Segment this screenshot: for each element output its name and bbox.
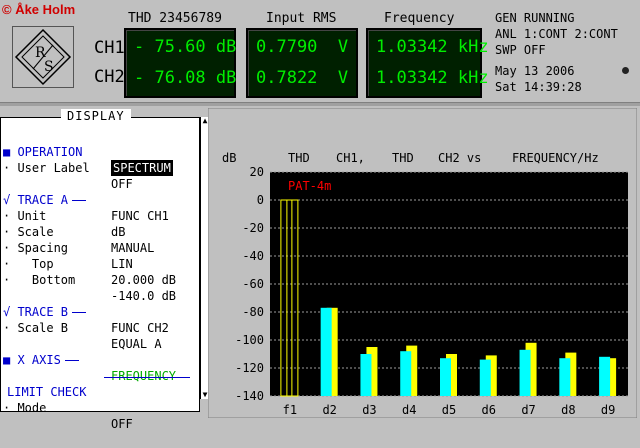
rs-logo: R S bbox=[12, 26, 74, 88]
y-tick-label: -80 bbox=[242, 305, 264, 319]
bar-ch1 bbox=[320, 307, 332, 396]
chart-svg: dB THD CH1, THD CH2 vs FREQUENCY/Hz 20 0 -20 -40 -… bbox=[207, 107, 638, 419]
x-tick-label: d9 bbox=[601, 403, 615, 417]
x-axis-row[interactable]: ■ X AXIS FREQUENCY bbox=[1, 336, 191, 383]
spacing-row[interactable]: · Spacing LIN bbox=[1, 224, 191, 271]
chart-header-text: CH2 vs bbox=[438, 151, 481, 165]
thd-ch2-value: - 76.08 dB bbox=[134, 68, 237, 88]
x-tick-label: d6 bbox=[482, 403, 496, 417]
y-tick-label: -100 bbox=[235, 333, 264, 347]
credit-text: © Åke Holm bbox=[2, 2, 76, 17]
bar-ch1 bbox=[599, 356, 611, 396]
rms-display: 0.7790 V 0.7822 V bbox=[246, 28, 358, 98]
ch2-label: CH2 bbox=[94, 67, 125, 87]
mode-value[interactable]: OFF bbox=[111, 416, 133, 432]
panel-scrollbar[interactable]: ▲ ▼ bbox=[200, 117, 208, 399]
bar-ch1 bbox=[360, 354, 372, 396]
bar-ch1 bbox=[479, 359, 491, 396]
frequency-title: Frequency bbox=[384, 11, 455, 26]
header-divider bbox=[0, 102, 640, 106]
top-value[interactable]: 20.000 dB bbox=[111, 272, 176, 288]
swp-status: SWP OFF bbox=[495, 43, 546, 57]
bottom-row[interactable]: · Bottom -140.0 dB bbox=[1, 256, 191, 303]
y-tick-label: -40 bbox=[242, 249, 264, 263]
activity-dot-icon bbox=[622, 67, 629, 74]
x-tick-label: d7 bbox=[521, 403, 535, 417]
x-tick-label: d5 bbox=[442, 403, 456, 417]
freq-ch2-value: 1.03342 kHz bbox=[376, 68, 489, 88]
x-tick-label: d4 bbox=[402, 403, 416, 417]
pattern-annotation: PAT-4m bbox=[288, 179, 331, 193]
x-tick-label: d3 bbox=[362, 403, 376, 417]
rms-ch1-value: 0.7790 V bbox=[256, 37, 349, 57]
scale-b-row[interactable]: · Scale B EQUAL A bbox=[1, 304, 191, 351]
x-axis-label: X AXIS bbox=[17, 353, 61, 367]
mode-row[interactable]: · Mode OFF bbox=[1, 384, 191, 431]
chart-header-text: FREQUENCY/Hz bbox=[512, 151, 599, 165]
trace-a-row[interactable]: √ TRACE A FUNC CH1 bbox=[1, 176, 191, 223]
rms-ch2-value: 0.7822 V bbox=[256, 68, 349, 88]
limit-divider bbox=[104, 377, 190, 378]
time-text: Sat 14:39:28 bbox=[495, 80, 582, 94]
x-tick-label: f1 bbox=[283, 403, 297, 417]
chart-header-text: THD bbox=[392, 151, 414, 165]
user-label-row[interactable]: · User Label OFF bbox=[1, 144, 191, 191]
operation-row[interactable]: ■ OPERATION SPECTRUM bbox=[1, 128, 191, 176]
bar-ch1 bbox=[440, 358, 451, 396]
rms-title: Input RMS bbox=[266, 11, 337, 26]
y-tick-label: -140 bbox=[235, 389, 264, 403]
date-text: May 13 2006 bbox=[495, 64, 575, 78]
y-tick-label: -60 bbox=[242, 277, 264, 291]
svg-text:S: S bbox=[44, 59, 54, 75]
display-panel: DISPLAY ■ OPERATION SPECTRUM · User Labe… bbox=[0, 109, 200, 431]
trace-b-row[interactable]: √ TRACE B FUNC CH2 bbox=[1, 288, 191, 335]
scale-b-label: Scale B bbox=[17, 321, 69, 335]
unit-row[interactable]: · Unit dB bbox=[1, 192, 191, 239]
chart-header-text: CH1, bbox=[336, 151, 365, 165]
y-tick-label: 20 bbox=[250, 165, 264, 179]
ch1-label: CH1 bbox=[94, 38, 125, 58]
spectrum-chart: dB THD CH1, THD CH2 vs FREQUENCY/Hz 20 0 -20 -40 -… bbox=[207, 107, 638, 419]
thd-ch1-value: - 75.60 dB bbox=[134, 37, 237, 57]
top-row[interactable]: · Top 20.000 dB bbox=[1, 240, 191, 287]
scale-row[interactable]: · Scale MANUAL bbox=[1, 208, 191, 255]
thd-title: THD 23456789 bbox=[128, 11, 222, 26]
limit-check-row[interactable]: LIMIT CHECK bbox=[1, 368, 191, 399]
user-label-label: User Label bbox=[17, 161, 90, 175]
mode-label: Mode bbox=[17, 401, 47, 415]
operation-value[interactable]: SPECTRUM bbox=[111, 160, 173, 176]
anl-status: ANL 1:CONT 2:CONT bbox=[495, 27, 618, 41]
y-tick-label: -20 bbox=[242, 221, 264, 235]
bar-ch1 bbox=[519, 349, 531, 396]
chart-header-text: THD bbox=[288, 151, 310, 165]
thd-display: - 75.60 dB - 76.08 dB bbox=[124, 28, 236, 98]
y-tick-label: 0 bbox=[257, 193, 264, 207]
frequency-display: 1.03342 kHz 1.03342 kHz bbox=[366, 28, 489, 98]
panel-title: DISPLAY bbox=[61, 109, 131, 123]
y-tick-label: -120 bbox=[235, 361, 264, 375]
header-bar: © Åke Holm R S CH1 CH2 THD 23456789 - 75… bbox=[0, 0, 640, 104]
x-tick-label: d2 bbox=[322, 403, 336, 417]
bottom-label: Bottom bbox=[31, 273, 76, 287]
gen-status: GEN RUNNING bbox=[495, 11, 575, 25]
freq-ch1-value: 1.03342 kHz bbox=[376, 37, 489, 57]
bar-ch1 bbox=[400, 351, 412, 396]
trace-b-value[interactable]: FUNC CH2 bbox=[111, 320, 169, 336]
chart-header-text: dB bbox=[222, 151, 236, 165]
bar-ch1 bbox=[559, 358, 571, 396]
x-tick-label: d8 bbox=[561, 403, 575, 417]
